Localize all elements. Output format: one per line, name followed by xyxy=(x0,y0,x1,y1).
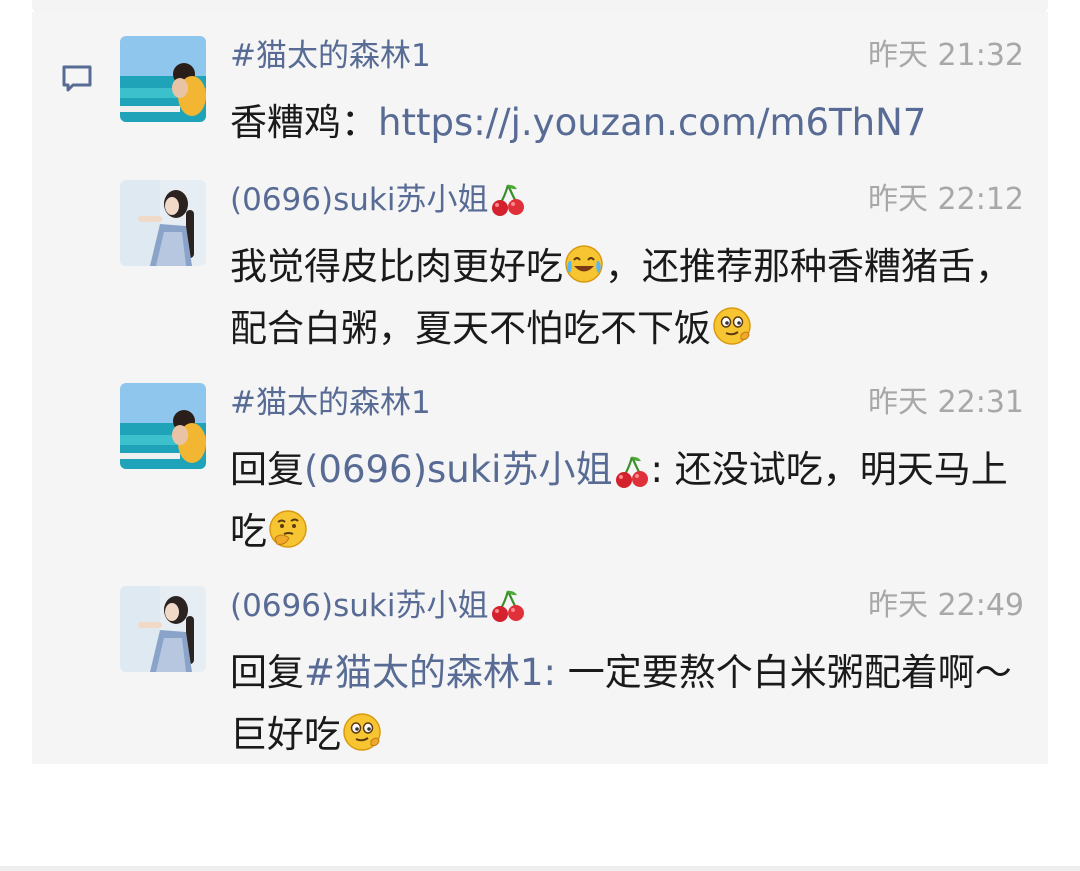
comment-link[interactable]: https://j.youzan.com/m6ThN7 xyxy=(378,101,926,144)
comment-time: 昨天 22:12 xyxy=(868,182,1024,217)
comment-text-prefix: 香糟鸡： xyxy=(230,101,378,144)
smirk-face-emoji-icon xyxy=(341,711,383,753)
comment-author-name: (0696)suki苏小姐 xyxy=(230,182,489,218)
reply-label: 回复 xyxy=(230,651,304,694)
face-with-tears-of-joy-emoji-icon xyxy=(563,243,605,285)
cherry-emoji-icon xyxy=(614,454,650,490)
reply-target-user[interactable]: (0696)suki苏小姐 xyxy=(304,448,612,491)
bottom-divider xyxy=(0,866,1080,871)
reply-target-user[interactable]: #猫太的森林1: xyxy=(304,651,556,694)
comment-text: 回复(0696)suki苏小姐: 还没试吃，明天马上吃 xyxy=(230,439,1020,563)
comment-time: 昨天 22:31 xyxy=(868,385,1024,420)
reply-label: 回复 xyxy=(230,448,304,491)
comment-item[interactable]: #猫太的森林1 昨天 21:32 香糟鸡：https://j.youzan.co… xyxy=(120,36,1024,156)
comment-time: 昨天 22:49 xyxy=(868,588,1024,623)
comment-text: 我觉得皮比肉更好吃 ，还推荐那种香糟猪舌，配合白粥，夏天不怕吃不下饭 xyxy=(230,236,1020,360)
comment-text-part-a: 我觉得皮比肉更好吃 xyxy=(230,245,563,288)
comment-author[interactable]: #猫太的森林1 xyxy=(230,36,431,76)
comment-time: 昨天 21:32 xyxy=(868,38,1024,73)
comment-author-name: (0696)suki苏小姐 xyxy=(230,588,489,624)
comment-item[interactable]: #猫太的森林1 昨天 22:31 回复(0696)suki苏小姐: 还没试吃，明… xyxy=(120,383,1024,563)
avatar[interactable] xyxy=(120,36,206,122)
comment-item[interactable]: (0696)suki苏小姐 昨天 22:49 回复#猫太的森林1: 一定要熬个白… xyxy=(120,586,1024,766)
comment-author[interactable]: #猫太的森林1 xyxy=(230,383,431,423)
cherry-emoji-icon xyxy=(490,182,526,218)
comment-text: 回复#猫太的森林1: 一定要熬个白米粥配着啊～巨好吃 xyxy=(230,642,1020,766)
comment-bubble-icon xyxy=(60,62,94,96)
avatar[interactable] xyxy=(120,586,206,672)
avatar[interactable] xyxy=(120,383,206,469)
thinking-face-emoji-icon xyxy=(267,508,309,550)
comment-author[interactable]: (0696)suki苏小姐 xyxy=(230,180,526,220)
avatar[interactable] xyxy=(120,180,206,266)
cherry-emoji-icon xyxy=(490,588,526,624)
comment-author[interactable]: (0696)suki苏小姐 xyxy=(230,586,526,626)
comments-panel: #猫太的森林1 昨天 21:32 香糟鸡：https://j.youzan.co… xyxy=(32,12,1048,764)
smirk-face-emoji-icon xyxy=(711,305,753,347)
comment-text: 香糟鸡：https://j.youzan.com/m6ThN7 xyxy=(230,92,1020,154)
comment-item[interactable]: (0696)suki苏小姐 昨天 22:12 我觉得皮比肉更好吃 ，还推荐那种香糟… xyxy=(120,180,1024,360)
moments-comments-page: #猫太的森林1 昨天 21:32 香糟鸡：https://j.youzan.co… xyxy=(0,0,1080,871)
